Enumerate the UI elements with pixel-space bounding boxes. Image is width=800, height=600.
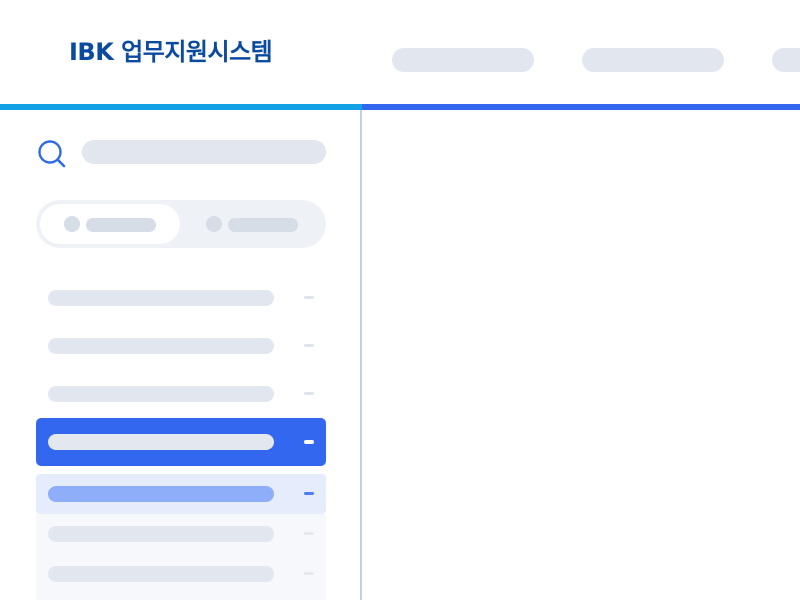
sidebar-submenu-item-label	[48, 486, 274, 502]
sidebar-menu-item-3[interactable]	[36, 374, 326, 414]
collapse-icon	[304, 572, 314, 575]
sidebar-submenu-item-label	[48, 566, 274, 582]
toggle-option-2-label	[228, 218, 298, 232]
toggle-option-2-icon	[206, 216, 222, 232]
header: IBK 업무지원시스템	[0, 0, 800, 104]
nav-item-3[interactable]	[772, 48, 800, 72]
sidebar-submenu-item-label	[48, 526, 274, 542]
sidebar-submenu-item-3[interactable]	[36, 554, 326, 600]
collapse-icon	[304, 344, 314, 347]
main-content	[362, 110, 800, 600]
sidebar-menu-item-4-selected[interactable]	[36, 418, 326, 466]
sidebar-menu-item-label	[48, 290, 274, 306]
sidebar-menu-item-1[interactable]	[36, 278, 326, 318]
app-window: IBK 업무지원시스템	[0, 0, 800, 600]
collapse-icon	[304, 392, 314, 395]
view-toggle	[36, 200, 326, 248]
sidebar-submenu-item-1[interactable]	[36, 474, 326, 514]
nav-item-1[interactable]	[392, 48, 534, 72]
collapse-icon	[304, 440, 314, 444]
sidebar	[0, 110, 361, 600]
search-icon[interactable]	[36, 138, 68, 170]
sidebar-submenu-item-2[interactable]	[36, 514, 326, 554]
collapse-icon	[304, 532, 314, 535]
sidebar-menu-item-label	[48, 338, 274, 354]
sidebar-menu-item-label	[48, 434, 274, 450]
sidebar-menu-item-label	[48, 386, 274, 402]
collapse-icon	[304, 296, 314, 299]
search-input[interactable]	[82, 140, 326, 164]
toggle-option-1-icon	[64, 216, 80, 232]
toggle-option-1[interactable]	[40, 204, 180, 244]
toggle-option-1-label	[86, 218, 156, 232]
sidebar-menu-item-2[interactable]	[36, 326, 326, 366]
collapse-icon	[304, 492, 314, 495]
toggle-option-2[interactable]	[184, 204, 322, 244]
app-logo[interactable]: IBK 업무지원시스템	[69, 36, 273, 68]
nav-item-2[interactable]	[582, 48, 724, 72]
